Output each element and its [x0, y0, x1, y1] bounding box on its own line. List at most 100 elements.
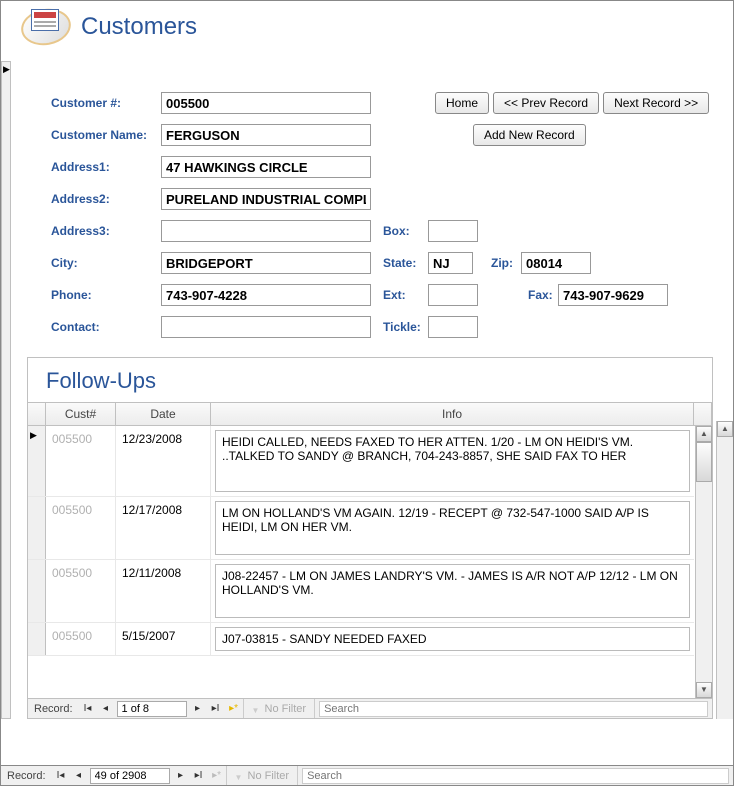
- outer-scroll-up-icon[interactable]: ▲: [717, 421, 733, 437]
- cell-info-wrap: LM ON HOLLAND'S VM AGAIN. 12/19 - RECEPT…: [211, 497, 694, 559]
- cell-info[interactable]: J08-22457 - LM ON JAMES LANDRY'S VM. - J…: [215, 564, 690, 618]
- funnel-icon: [235, 771, 245, 781]
- cell-info-wrap: J08-22457 - LM ON JAMES LANDRY'S VM. - J…: [211, 560, 694, 622]
- customers-form: Customers ▶ Customer #: Home << Prev Rec…: [0, 0, 734, 786]
- outernav-prev-button[interactable]: ◂: [70, 767, 88, 785]
- address3-field[interactable]: [161, 220, 371, 242]
- form-content: ▶ Customer #: Home << Prev Record Next R…: [1, 61, 733, 719]
- label-customer-name: Customer Name:: [51, 128, 161, 142]
- scroll-down-icon[interactable]: ▼: [696, 682, 712, 698]
- subnav-search[interactable]: [319, 701, 708, 717]
- header-selector[interactable]: [28, 403, 46, 425]
- home-button[interactable]: Home: [435, 92, 489, 114]
- cell-info[interactable]: LM ON HOLLAND'S VM AGAIN. 12/19 - RECEPT…: [215, 501, 690, 555]
- form-header: Customers: [1, 1, 733, 61]
- cell-date[interactable]: 12/11/2008: [116, 560, 211, 622]
- subnav-prev-button[interactable]: ◂: [97, 700, 115, 718]
- contact-field[interactable]: [161, 316, 371, 338]
- row-selector[interactable]: [28, 623, 46, 655]
- row-selector[interactable]: ▶: [28, 426, 46, 496]
- header-cust[interactable]: Cust#: [46, 403, 116, 425]
- customer-number-field[interactable]: [161, 92, 371, 114]
- page-title: Customers: [81, 13, 197, 41]
- subform-record-nav: Record: I◂ ◂ ▸ ▸I ▸* No Filter: [28, 698, 712, 718]
- customer-name-field[interactable]: [161, 124, 371, 146]
- subnav-new-button[interactable]: ▸*: [225, 700, 243, 718]
- tickle-field[interactable]: [428, 316, 478, 338]
- scrollbar-thumb[interactable]: [696, 442, 712, 482]
- cell-info-wrap: J07-03815 - SANDY NEEDED FAXED: [211, 623, 694, 655]
- table-row[interactable]: 00550012/17/2008LM ON HOLLAND'S VM AGAIN…: [28, 497, 694, 560]
- label-ext: Ext:: [383, 288, 428, 302]
- zip-field[interactable]: [521, 252, 591, 274]
- cell-date[interactable]: 12/23/2008: [116, 426, 211, 496]
- outernav-label: Record:: [1, 770, 52, 782]
- subnav-first-button[interactable]: I◂: [79, 700, 97, 718]
- outernav-first-button[interactable]: I◂: [52, 767, 70, 785]
- label-fax: Fax:: [528, 288, 558, 302]
- row-selector[interactable]: [28, 497, 46, 559]
- label-phone: Phone:: [51, 288, 161, 302]
- outernav-position[interactable]: [90, 768, 170, 784]
- cell-cust[interactable]: 005500: [46, 497, 116, 559]
- table-row[interactable]: 0055005/15/2007J07-03815 - SANDY NEEDED …: [28, 623, 694, 656]
- header-scroll-gap: [694, 403, 712, 425]
- outernav-new-button: ▸*: [208, 767, 226, 785]
- label-address2: Address2:: [51, 192, 161, 206]
- cell-cust[interactable]: 005500: [46, 560, 116, 622]
- label-state: State:: [383, 256, 428, 270]
- subform-vertical-scrollbar[interactable]: ▲ ▼: [695, 426, 712, 698]
- subnav-label: Record:: [28, 703, 79, 715]
- grid-header: Cust# Date Info: [28, 402, 712, 426]
- label-customer-num: Customer #:: [51, 96, 161, 110]
- subnav-next-button[interactable]: ▸: [189, 700, 207, 718]
- header-info[interactable]: Info: [211, 403, 694, 425]
- followups-subform: Follow-Ups Cust# Date Info ▶00550012/23/…: [27, 357, 713, 719]
- cell-cust[interactable]: 005500: [46, 426, 116, 496]
- subform-title: Follow-Ups: [46, 368, 712, 394]
- customer-fields: Customer #: Home << Prev Record Next Rec…: [21, 71, 733, 339]
- ext-field[interactable]: [428, 284, 478, 306]
- cell-info[interactable]: HEIDI CALLED, NEEDS FAXED TO HER ATTEN. …: [215, 430, 690, 492]
- outer-record-selector[interactable]: ▶: [1, 61, 11, 719]
- outer-vertical-scrollbar[interactable]: ▲: [716, 421, 733, 719]
- state-field[interactable]: [428, 252, 473, 274]
- box-field[interactable]: [428, 220, 478, 242]
- header-date[interactable]: Date: [116, 403, 211, 425]
- city-field[interactable]: [161, 252, 371, 274]
- cell-info[interactable]: J07-03815 - SANDY NEEDED FAXED: [215, 627, 690, 651]
- table-row[interactable]: 00550012/11/2008J08-22457 - LM ON JAMES …: [28, 560, 694, 623]
- label-address3: Address3:: [51, 224, 161, 238]
- address2-field[interactable]: [161, 188, 371, 210]
- scroll-up-icon[interactable]: ▲: [696, 426, 712, 442]
- outernav-last-button[interactable]: ▸I: [190, 767, 208, 785]
- label-tickle: Tickle:: [383, 320, 428, 334]
- cell-cust[interactable]: 005500: [46, 623, 116, 655]
- cell-info-wrap: HEIDI CALLED, NEEDS FAXED TO HER ATTEN. …: [211, 426, 694, 496]
- label-city: City:: [51, 256, 161, 270]
- outernav-search[interactable]: [302, 768, 729, 784]
- funnel-icon: [252, 704, 262, 714]
- label-address1: Address1:: [51, 160, 161, 174]
- row-selector[interactable]: [28, 560, 46, 622]
- outernav-next-button[interactable]: ▸: [172, 767, 190, 785]
- label-box: Box:: [383, 224, 428, 238]
- grid-body: ▶00550012/23/2008HEIDI CALLED, NEEDS FAX…: [28, 426, 712, 698]
- prev-record-button[interactable]: << Prev Record: [493, 92, 599, 114]
- customers-icon: [21, 9, 71, 45]
- next-record-button[interactable]: Next Record >>: [603, 92, 709, 114]
- fax-field[interactable]: [558, 284, 668, 306]
- subnav-position[interactable]: [117, 701, 187, 717]
- add-new-record-button[interactable]: Add New Record: [473, 124, 586, 146]
- label-zip: Zip:: [491, 256, 521, 270]
- phone-field[interactable]: [161, 284, 371, 306]
- table-row[interactable]: ▶00550012/23/2008HEIDI CALLED, NEEDS FAX…: [28, 426, 694, 497]
- outernav-filter[interactable]: No Filter: [226, 766, 299, 785]
- cell-date[interactable]: 12/17/2008: [116, 497, 211, 559]
- subnav-filter[interactable]: No Filter: [243, 699, 316, 718]
- cell-date[interactable]: 5/15/2007: [116, 623, 211, 655]
- label-contact: Contact:: [51, 320, 161, 334]
- subnav-last-button[interactable]: ▸I: [207, 700, 225, 718]
- address1-field[interactable]: [161, 156, 371, 178]
- outer-record-nav: Record: I◂ ◂ ▸ ▸I ▸* No Filter: [1, 765, 733, 785]
